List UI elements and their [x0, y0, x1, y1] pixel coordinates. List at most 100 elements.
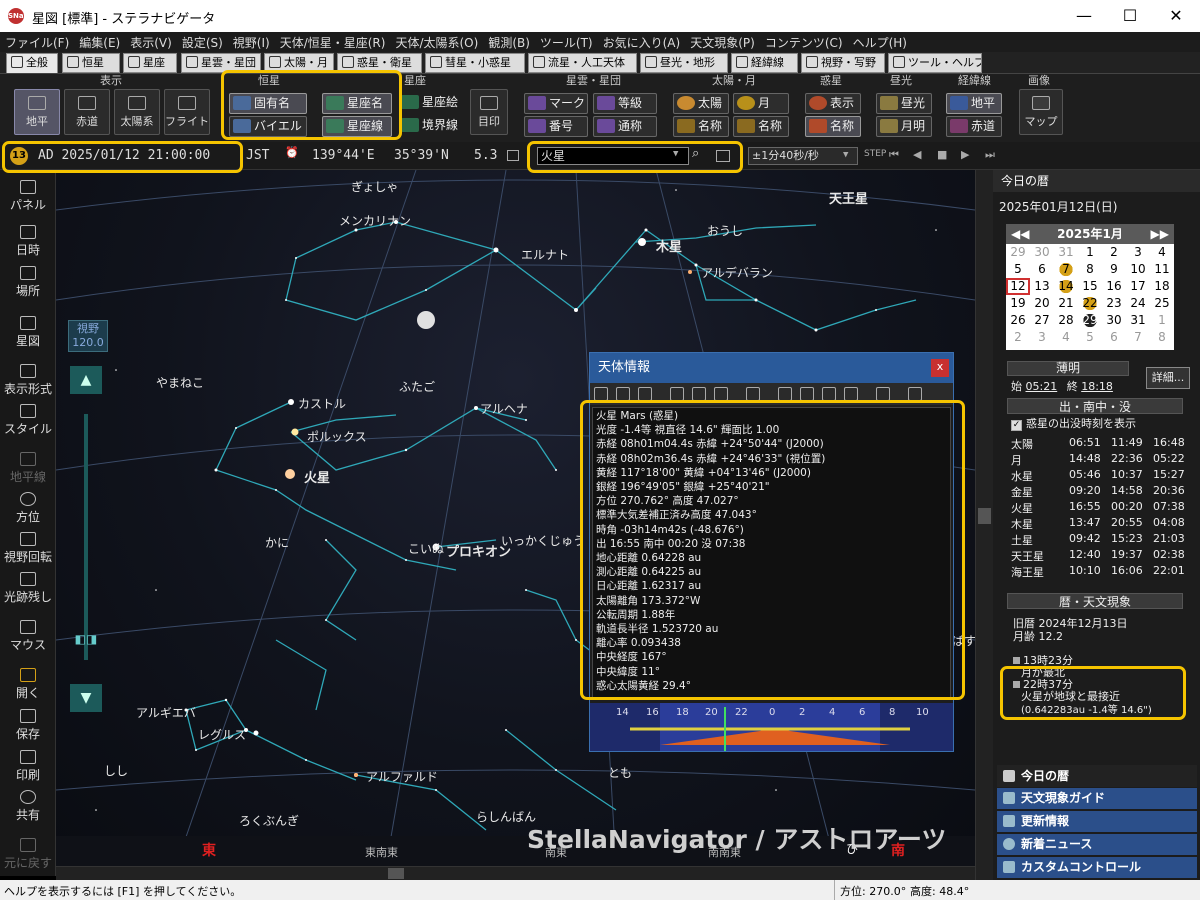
menu-file[interactable]: ファイル(F) — [0, 32, 74, 52]
label-regulus[interactable]: レグルス — [198, 726, 246, 743]
search-icon[interactable]: ⌕ — [692, 146, 699, 161]
moon-phase-badge[interactable]: 13 — [10, 147, 28, 165]
label-pollux[interactable]: ポルックス — [307, 428, 367, 445]
label-menkalinan[interactable]: メンカリナン — [339, 212, 411, 229]
horizon-view-button[interactable]: 地平 — [14, 89, 60, 135]
label-uranus[interactable]: 天王星 — [829, 188, 868, 207]
vertical-scrollbar[interactable] — [975, 170, 993, 880]
nebula-common-name-button[interactable]: 通称 — [593, 116, 657, 137]
pollux-marker[interactable] — [291, 428, 299, 436]
checkbox-icon[interactable]: ✓ — [1011, 420, 1022, 431]
label-algieba[interactable]: アルギエバ — [136, 704, 196, 721]
pointer-icon[interactable] — [746, 387, 760, 401]
moon-marker[interactable] — [417, 311, 435, 329]
info-text-area[interactable]: 火星 Mars (惑星) 光度 -1.4等 視直径 14.6" 輝面比 1.00… — [592, 407, 951, 699]
horizontal-scrollbar[interactable] — [56, 866, 975, 880]
chevron-down-icon[interactable]: ▼ — [843, 150, 848, 160]
panel-button[interactable]: パネル — [0, 180, 56, 213]
castor-marker[interactable] — [288, 399, 294, 405]
moon-button[interactable]: 月 — [733, 93, 789, 114]
grid-horizon-button[interactable]: 地平 — [946, 93, 1002, 114]
gear-icon[interactable] — [876, 387, 890, 401]
tab-meteor[interactable]: 流星・人工天体 — [528, 53, 637, 73]
mouse-button[interactable]: マウス — [0, 620, 56, 653]
image-icon[interactable] — [822, 387, 836, 401]
tab-planet[interactable]: 惑星・衛星 — [337, 53, 422, 73]
limiting-magnitude[interactable]: 5.3 — [474, 148, 497, 163]
play-back-icon[interactable]: ◀ — [913, 148, 921, 161]
mars-marker[interactable] — [285, 469, 295, 479]
label-jupiter[interactable]: 木星 — [656, 236, 682, 255]
star-bayer-button[interactable]: バイエル — [229, 116, 307, 137]
grid-equator-button[interactable]: 赤道 — [946, 116, 1002, 137]
constellation-line-button[interactable]: 星座線 — [322, 116, 392, 137]
label-yamaneko[interactable]: やまねこ — [156, 374, 204, 391]
sun-icon[interactable] — [594, 387, 608, 401]
tab-nebula[interactable]: 星雲・星団 — [181, 53, 261, 73]
label-alhena[interactable]: アルヘナ — [480, 400, 528, 417]
tab-stars[interactable]: 恒星 — [62, 53, 120, 73]
stop-icon[interactable]: ■ — [937, 148, 947, 161]
tab-daylight[interactable]: 昼光・地形 — [640, 53, 728, 73]
help-icon[interactable] — [908, 387, 922, 401]
label-gyosha[interactable]: ぎょしゃ — [351, 178, 398, 195]
horizon-line-button[interactable]: 地平線 — [0, 452, 56, 485]
label-shishi[interactable]: しし — [104, 762, 128, 779]
pen-icon[interactable] — [778, 387, 792, 401]
daylight-button[interactable]: 昼光 — [876, 93, 932, 114]
nav-updates[interactable]: 更新情報 — [997, 811, 1197, 832]
label-rokubungi[interactable]: ろくぶんぎ — [239, 812, 299, 829]
constellation-art-button[interactable]: 星座絵 — [398, 93, 462, 114]
menu-solar[interactable]: 天体/太陽系(O) — [390, 32, 483, 52]
play-icon[interactable]: ▶ — [961, 148, 969, 161]
datetime-button[interactable]: 日時 — [0, 225, 56, 258]
zoom-in-button[interactable]: ▲ — [70, 366, 102, 394]
riset-checkbox[interactable]: ✓ 惑星の出没時刻を表示 — [1011, 415, 1136, 431]
label-mars[interactable]: 火星 — [304, 467, 330, 486]
alphard-marker[interactable] — [354, 773, 358, 777]
close-button[interactable]: ✕ — [1153, 0, 1199, 32]
nav-today-calendar[interactable]: 今日の暦 — [997, 765, 1197, 787]
style-button[interactable]: スタイル — [0, 404, 56, 437]
clock-icon[interactable]: ⏰ — [285, 146, 299, 159]
share-button[interactable]: 共有 — [0, 790, 56, 823]
nebula-mark-button[interactable]: マーク — [524, 93, 588, 114]
calendar-today[interactable]: 12 — [1006, 278, 1030, 295]
tab-constellation[interactable]: 星座 — [123, 53, 177, 73]
jupiter-marker[interactable] — [638, 238, 646, 246]
label-tomo[interactable]: とも — [608, 764, 632, 781]
next-year-icon[interactable]: ▶▶ — [1151, 224, 1169, 244]
crosshair-icon[interactable] — [670, 387, 684, 401]
list-icon[interactable] — [716, 150, 730, 162]
star-proper-name-button[interactable]: 固有名 — [229, 93, 307, 114]
display-format-button[interactable]: 表示形式 — [0, 364, 56, 397]
label-elnath[interactable]: エルナト — [521, 246, 569, 263]
keyboard-icon[interactable] — [507, 150, 519, 161]
label-koinu[interactable]: こいぬ — [408, 540, 444, 557]
scroll-thumb[interactable] — [978, 508, 991, 524]
equator-view-button[interactable]: 赤道 — [64, 89, 110, 135]
menu-fov[interactable]: 視野(I) — [228, 32, 275, 52]
object-search-input[interactable]: 火星 — [537, 147, 689, 165]
sun-button[interactable]: 太陽 — [673, 93, 729, 114]
twilight-detail-button[interactable]: 詳細... — [1146, 367, 1190, 389]
prev-year-icon[interactable]: ◀◀ — [1011, 224, 1029, 244]
menu-settings[interactable]: 設定(S) — [177, 32, 228, 52]
nav-custom-control[interactable]: カスタムコントロール — [997, 857, 1197, 878]
label-hato[interactable]: ぱす — [952, 632, 975, 649]
trail-button[interactable]: 光跡残し — [0, 572, 56, 605]
label-castor[interactable]: カストル — [298, 395, 346, 412]
info-window-title[interactable]: 天体情報 — [590, 353, 953, 383]
open-button[interactable]: 開く — [0, 668, 56, 701]
tab-grid[interactable]: 経緯線 — [731, 53, 798, 73]
menu-contents[interactable]: コンテンツ(C) — [760, 32, 848, 52]
object-info-window[interactable]: 天体情報 x 火星 Mars (惑星) 光度 -1.4等 視直径 14.6" 輝… — [589, 352, 954, 752]
tab-comet[interactable]: 彗星・小惑星 — [425, 53, 525, 73]
save-button[interactable]: 保存 — [0, 709, 56, 742]
minimize-button[interactable]: — — [1061, 0, 1107, 32]
zoom-slider-handle[interactable]: ◧◨ — [70, 632, 102, 646]
location-button[interactable]: 場所 — [0, 266, 56, 299]
menu-observe[interactable]: 観測(B) — [483, 32, 535, 52]
constellation-name-button[interactable]: 星座名 — [322, 93, 392, 114]
book-icon[interactable] — [844, 387, 858, 401]
